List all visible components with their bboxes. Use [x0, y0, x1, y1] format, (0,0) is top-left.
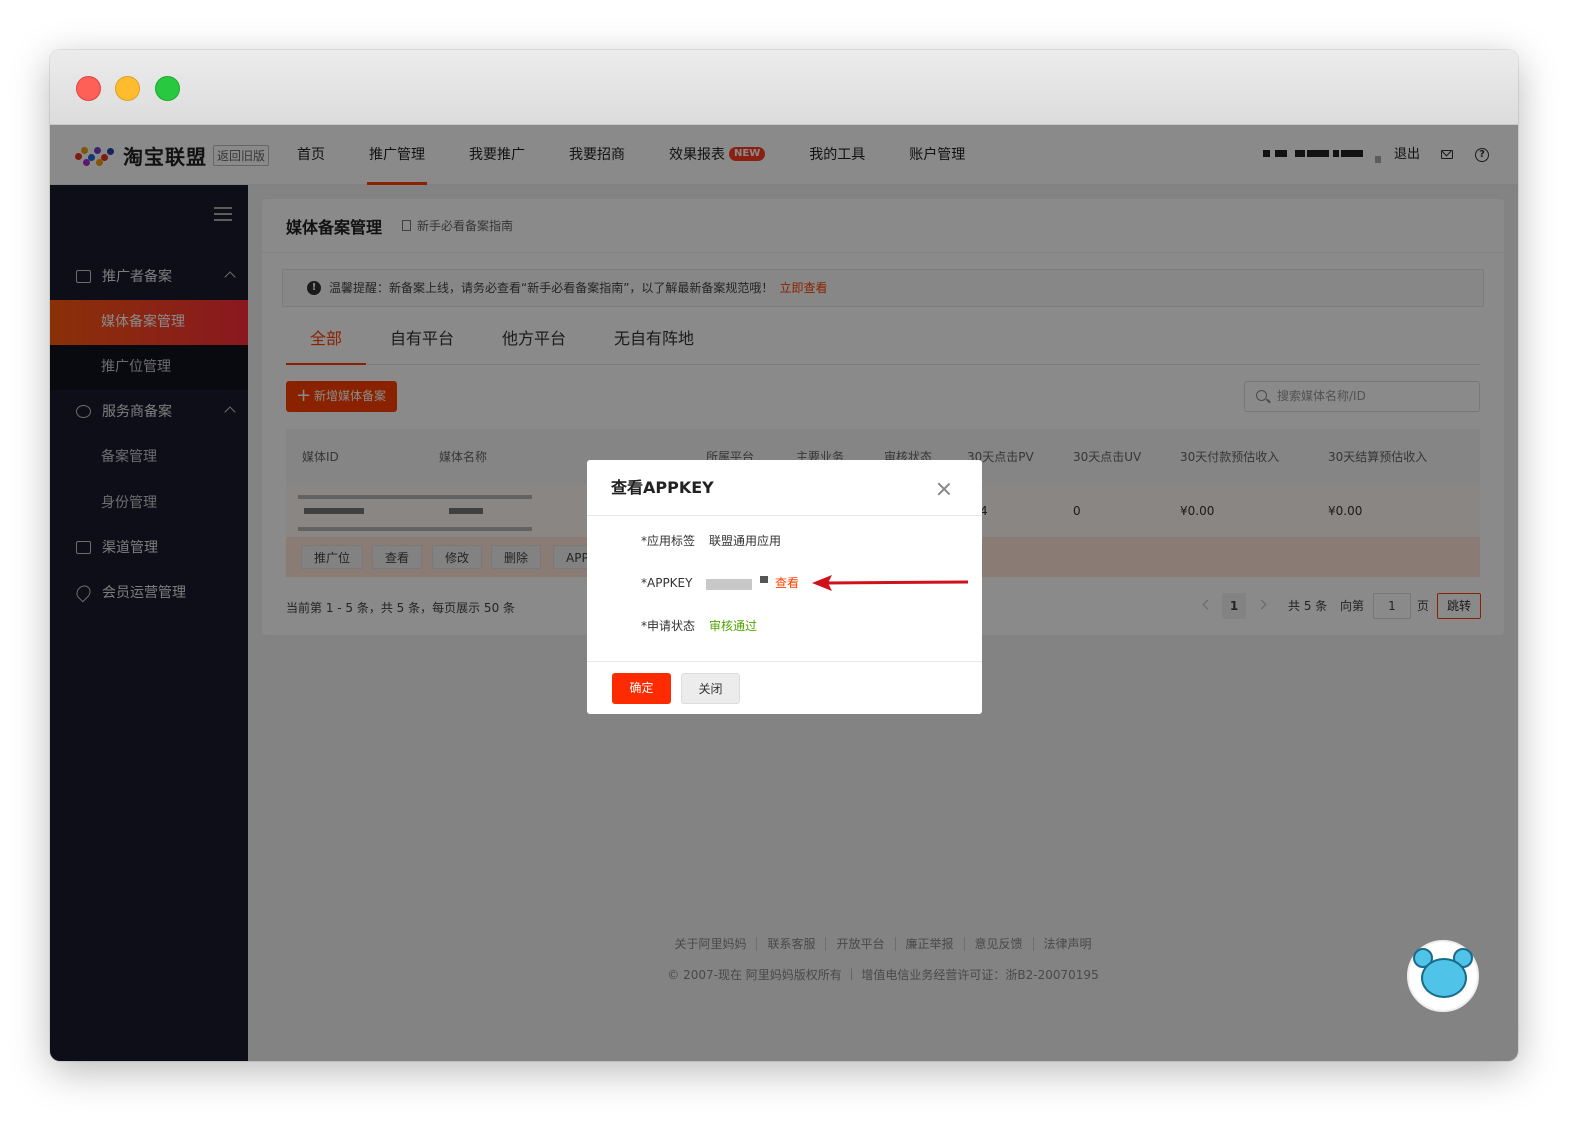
modal-title: 查看APPKEY: [611, 478, 714, 497]
app-tag-label: *应用标签: [641, 534, 696, 548]
modal-header: 查看APPKEY: [587, 460, 982, 516]
annotation-arrow-icon: [812, 575, 969, 591]
appkey-label: *APPKEY: [641, 576, 693, 590]
appkey-redacted: [760, 576, 768, 583]
status-row: *申请状态 审核通过: [587, 616, 982, 636]
close-button[interactable]: 关闭: [681, 673, 740, 704]
app-tag-row: *应用标签 联盟通用应用: [587, 531, 982, 551]
modal-overlay-top: [50, 125, 1518, 185]
appkey-redacted: [706, 579, 752, 590]
confirm-button[interactable]: 确定: [612, 673, 671, 704]
zoom-window-button[interactable]: [155, 76, 180, 101]
view-appkey-link[interactable]: 查看: [775, 573, 799, 593]
close-window-button[interactable]: [76, 76, 101, 101]
close-icon[interactable]: [937, 482, 951, 496]
minimize-window-button[interactable]: [115, 76, 140, 101]
status-label: *申请状态: [641, 619, 696, 633]
modal-footer: 确定 关闭: [587, 661, 982, 714]
status-value: 审核通过: [709, 619, 758, 633]
mascot-face-icon: [1421, 958, 1467, 998]
window-titlebar: [50, 50, 1518, 125]
app-tag-value: 联盟通用应用: [709, 534, 782, 548]
customer-service-mascot[interactable]: [1407, 940, 1479, 1012]
